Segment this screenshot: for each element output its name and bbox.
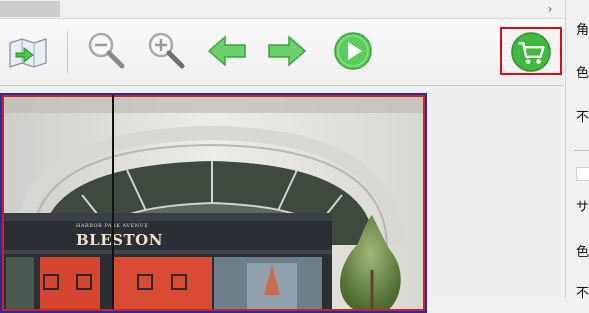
map-export-icon [9, 38, 47, 68]
panel-label-6: 不 [576, 286, 589, 301]
horizontal-scrollbar[interactable]: › [0, 0, 564, 19]
panel-divider [574, 150, 589, 151]
panel-label-3: 不 [576, 110, 589, 125]
arrow-left-icon [207, 35, 246, 67]
panel-checkbox[interactable] [576, 167, 589, 181]
forward-button[interactable] [265, 29, 309, 73]
toolbar [0, 19, 564, 86]
play-icon [334, 32, 372, 70]
panel-label-5: 色 [576, 245, 589, 260]
vertical-guide-line[interactable] [112, 95, 114, 309]
selection-rectangle[interactable] [2, 95, 425, 311]
panel-label-2: 色 [576, 66, 589, 81]
zoom-out-button[interactable] [84, 29, 128, 73]
zoom-in-button[interactable] [144, 29, 188, 73]
chevron-right-icon[interactable]: › [544, 2, 556, 16]
toolbar-separator [67, 31, 68, 73]
cart-button[interactable] [500, 27, 562, 75]
zoom-in-icon [148, 32, 185, 69]
map-export-button[interactable] [6, 29, 50, 73]
shopping-cart-icon [511, 32, 551, 72]
arrow-right-icon [268, 35, 307, 67]
scrollbar-thumb[interactable] [0, 1, 60, 17]
back-button[interactable] [205, 29, 249, 73]
properties-panel: 角 色 不 サ 色 不 [565, 0, 589, 301]
image-frame[interactable]: HARBOR PARK AVENUE BLESTON [0, 93, 427, 313]
canvas-area[interactable]: HARBOR PARK AVENUE BLESTON [0, 86, 564, 313]
play-button[interactable] [331, 29, 375, 73]
zoom-out-icon [88, 32, 125, 69]
panel-label-1: 角 [576, 23, 589, 38]
panel-label-4: サ [576, 200, 589, 215]
